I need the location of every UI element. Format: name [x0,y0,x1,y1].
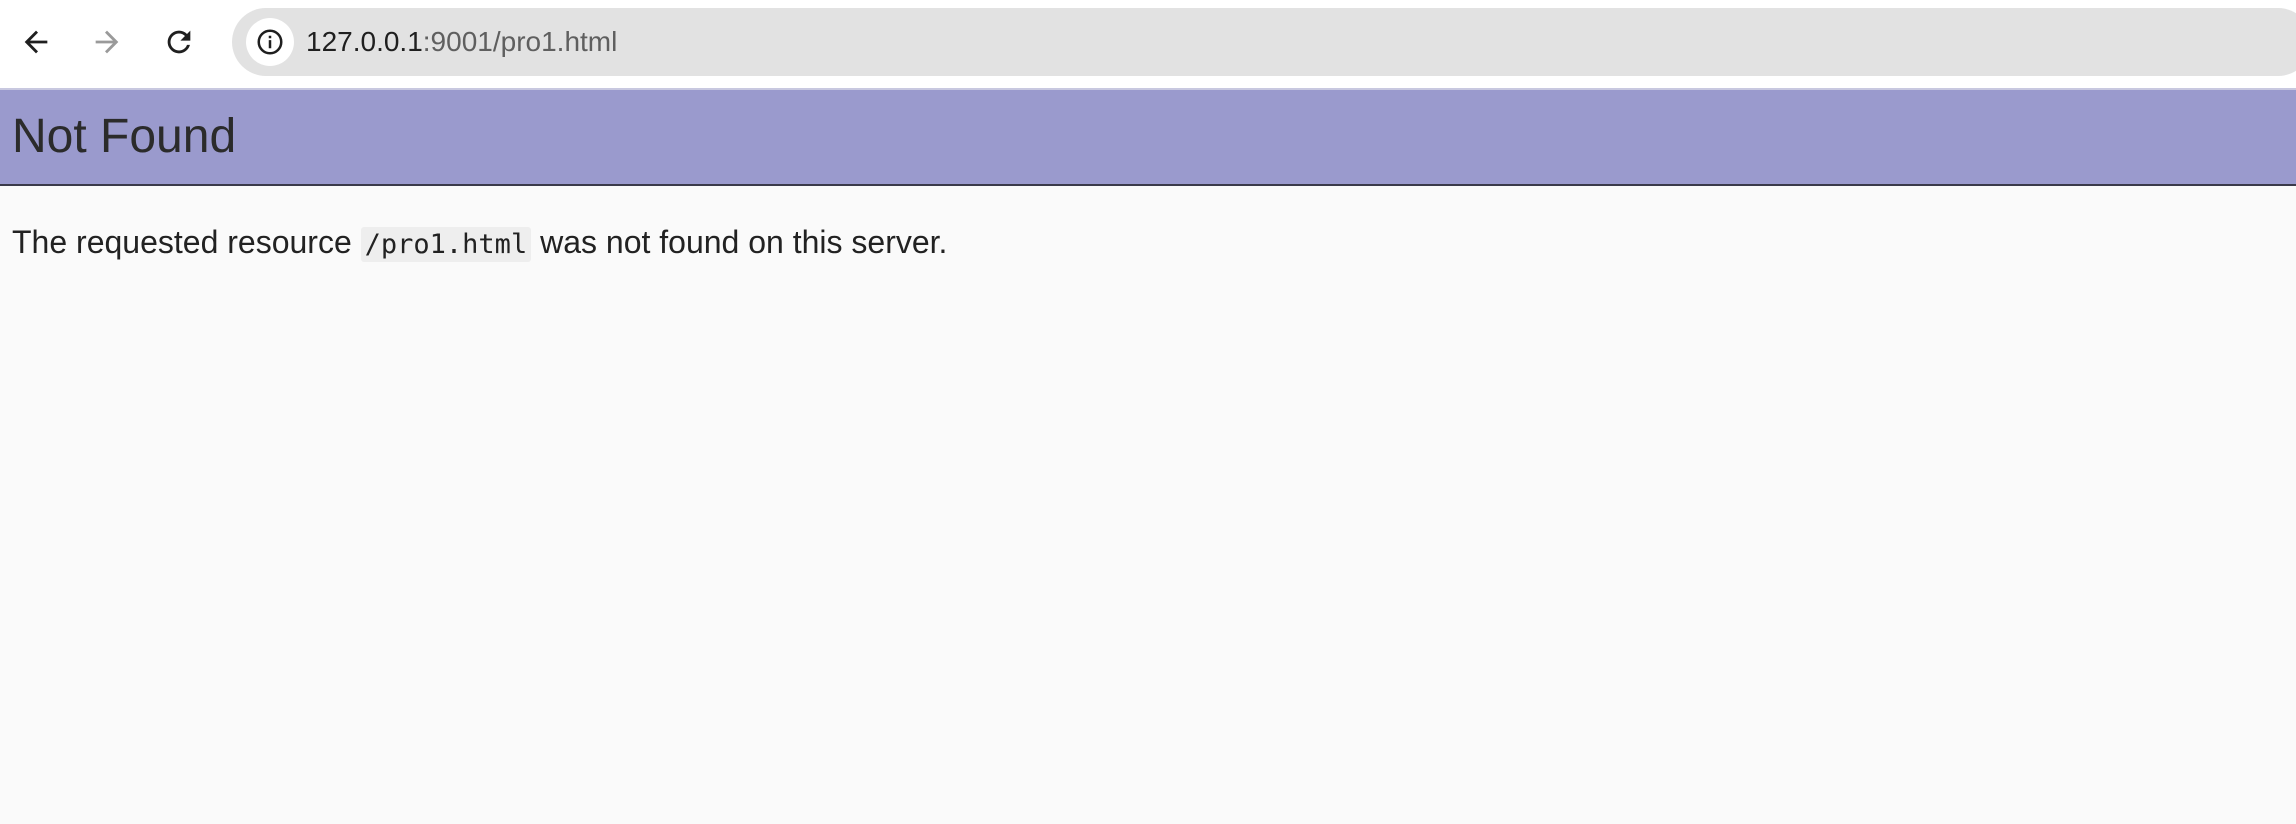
message-prefix: The requested resource [12,224,361,260]
error-message: The requested resource /pro1.html was no… [12,220,947,267]
message-suffix: was not found on this server. [531,224,948,260]
browser-toolbar: 127.0.0.1:9001/pro1.html [0,0,2296,88]
forward-arrow-icon [95,30,119,54]
forward-button[interactable] [79,14,135,70]
back-button[interactable] [8,14,64,70]
info-icon [257,29,283,55]
url-host: 127.0.0.1 [306,26,423,57]
page-header: Not Found [0,88,2296,186]
url-path: :9001/pro1.html [422,26,618,57]
site-info-button[interactable] [246,18,294,66]
address-bar[interactable]: 127.0.0.1:9001/pro1.html [232,8,2296,76]
back-arrow-icon [24,30,48,54]
reload-button[interactable] [151,14,207,70]
resource-path: /pro1.html [360,227,532,262]
url-text[interactable]: 127.0.0.1:9001/pro1.html [306,8,617,76]
reload-icon [167,30,191,54]
page-title: Not Found [12,110,237,163]
